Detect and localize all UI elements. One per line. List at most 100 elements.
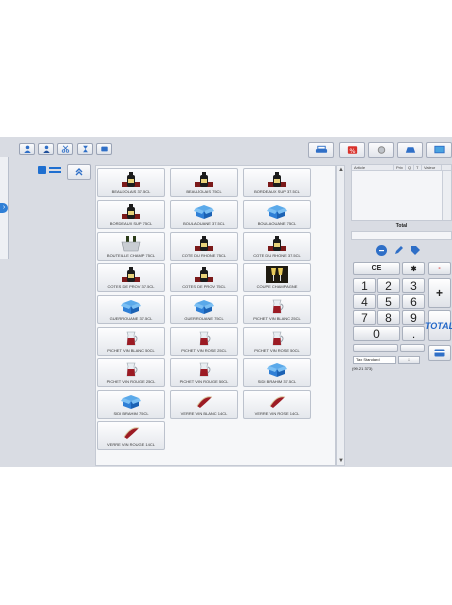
product-tile[interactable]: COUPE CHAMPAGNE [243, 263, 311, 292]
product-tile[interactable]: PICHET VIN BLANC 25CL [243, 295, 311, 324]
product-label: PICHET VIN ROUGE 25CL [106, 379, 156, 384]
product-label: BORDEAUX SUP 75CL [109, 221, 153, 226]
box-icon [193, 298, 215, 315]
wine-glass-icon [120, 424, 142, 441]
total-label: Total [395, 223, 408, 229]
product-label: BEAUJOLAIS 37.5CL [111, 189, 151, 194]
user-group-icon[interactable] [38, 143, 54, 155]
product-tile[interactable]: BEAUJOLAIS 37.5CL [97, 168, 165, 197]
product-tile[interactable]: PICHET VIN BLANC 50CL [97, 327, 165, 356]
product-tile[interactable]: SIDI BRAHIM 75CL [97, 390, 165, 419]
product-tile[interactable]: COTE DU RHONE 37.5CL [243, 232, 311, 261]
printer-icon[interactable] [308, 142, 334, 158]
screen-icon[interactable] [426, 142, 452, 158]
product-tile[interactable]: PICHET VIN ROUGE 25CL [97, 358, 165, 387]
col-valeur: Valeur [422, 165, 442, 170]
card-payment-button[interactable] [428, 345, 451, 361]
product-tile[interactable]: GUERROUANE 37.5CL [97, 295, 165, 324]
key-4[interactable]: 4 [353, 294, 376, 309]
wine-bottle-icon [120, 266, 142, 283]
scissors-icon[interactable] [57, 143, 73, 155]
key-9[interactable]: 9 [402, 310, 425, 325]
product-tile[interactable]: GUERROUANE 75CL [170, 295, 238, 324]
pitcher-icon [266, 330, 288, 347]
box-icon [266, 203, 288, 220]
tax-select[interactable]: Tax Standard [353, 356, 396, 364]
product-label: SIDI BRAHIM 37.5CL [257, 379, 297, 384]
product-scrollbar[interactable]: ▲ ▼ [336, 165, 345, 466]
grid-view-icon[interactable] [38, 166, 62, 176]
product-tile[interactable]: BOULAOUANE 37.5CL [170, 200, 238, 229]
ce-key[interactable]: CE [353, 262, 400, 275]
product-tile[interactable]: PICHET VIN ROSE 25CL [170, 327, 238, 356]
product-tile[interactable]: COTE DU RHONE 75CL [170, 232, 238, 261]
message-icon[interactable] [96, 143, 112, 155]
product-label: COTES DE PROV 75CL [182, 284, 226, 289]
product-tile[interactable]: BORDEAUX SUP 75CL [97, 200, 165, 229]
champagne-bucket-icon [120, 235, 142, 252]
key-3[interactable]: 3 [402, 278, 425, 293]
input-field-b[interactable] [400, 344, 425, 352]
box-icon [120, 298, 142, 315]
product-tile[interactable]: BOULAOUANE 75CL [243, 200, 311, 229]
product-label: COTE DU RHONE 37.5CL [253, 253, 301, 258]
card-icon [434, 349, 445, 357]
wine-bottle-icon [193, 171, 215, 188]
product-tile[interactable]: PICHET VIN ROUGE 50CL [170, 358, 238, 387]
product-label: VERRE VIN ROSE 14CL [254, 411, 300, 416]
wine-glass-icon [193, 393, 215, 410]
product-label: SIDI BRAHIM 75CL [113, 411, 149, 416]
wine-bottle-icon [266, 171, 288, 188]
product-label: COTE DU RHONE 75CL [181, 253, 227, 258]
pitcher-icon [120, 361, 142, 378]
edit-pencil-icon[interactable] [393, 245, 404, 256]
stamp-icon[interactable] [397, 142, 423, 158]
wine-bottle-icon [120, 171, 142, 188]
input-field-a[interactable] [353, 344, 398, 352]
product-tile[interactable]: VERRE VIN ROSE 14CL [243, 390, 311, 419]
key-0[interactable]: 0 [353, 326, 400, 341]
minus-key[interactable]: - [428, 262, 451, 275]
product-label: PICHET VIN ROUGE 50CL [179, 379, 229, 384]
product-tile[interactable]: COTES DE PROV 37.5CL [97, 263, 165, 292]
key-7[interactable]: 7 [353, 310, 376, 325]
drawer-icon[interactable] [368, 142, 394, 158]
product-tile[interactable]: SIDI BRAHIM 37.5CL [243, 358, 311, 387]
box-icon [120, 393, 142, 410]
col-prix: Prix [394, 165, 406, 170]
ticket-scrollbar[interactable] [442, 171, 451, 220]
wine-bottle-icon [193, 266, 215, 283]
key-8[interactable]: 8 [377, 310, 400, 325]
product-tile[interactable]: VERRE VIN ROUGE 14CL [97, 421, 165, 450]
key-2[interactable]: 2 [377, 278, 400, 293]
product-label: BOULAOUANE 37.5CL [183, 221, 225, 226]
pitcher-icon [193, 361, 215, 378]
product-label: COTES DE PROV 37.5CL [107, 284, 155, 289]
total-key[interactable]: TOTAL [425, 310, 452, 341]
collapse-up-button[interactable] [67, 164, 91, 180]
plus-key[interactable]: + [428, 278, 451, 308]
product-tile[interactable]: BORDEAUX SUP 37.5CL [243, 168, 311, 197]
product-tile[interactable]: VERRE VIN BLANC 14CL [170, 390, 238, 419]
terminal-code: (99.21 373) [352, 366, 373, 371]
product-tile[interactable]: COTES DE PROV 75CL [170, 263, 238, 292]
star-key[interactable]: ✱ [402, 262, 425, 275]
product-tile[interactable]: BOUTEILLE CHAMP 75CL [97, 232, 165, 261]
product-tile[interactable]: BEAUJOLAIS 75CL [170, 168, 238, 197]
tag-icon[interactable] [410, 245, 421, 256]
key-6[interactable]: 6 [402, 294, 425, 309]
product-label: COUPE CHAMPAGNE [256, 284, 298, 289]
hourglass-icon[interactable] [77, 143, 93, 155]
product-label: PICHET VIN BLANC 50CL [107, 348, 155, 353]
percent-icon[interactable]: % [339, 142, 365, 158]
product-label: VERRE VIN BLANC 14CL [180, 411, 228, 416]
key-5[interactable]: 5 [377, 294, 400, 309]
tax-apply-button[interactable]: ↓ [398, 356, 420, 364]
key-1[interactable]: 1 [353, 278, 376, 293]
remove-item-icon[interactable] [376, 245, 387, 256]
key-decimal[interactable]: . [402, 326, 425, 341]
product-label: GUERROUANE 37.5CL [109, 316, 153, 321]
product-label: GUERROUANE 75CL [184, 316, 224, 321]
user-icon[interactable] [19, 143, 35, 155]
product-tile[interactable]: PICHET VIN ROSE 50CL [243, 327, 311, 356]
